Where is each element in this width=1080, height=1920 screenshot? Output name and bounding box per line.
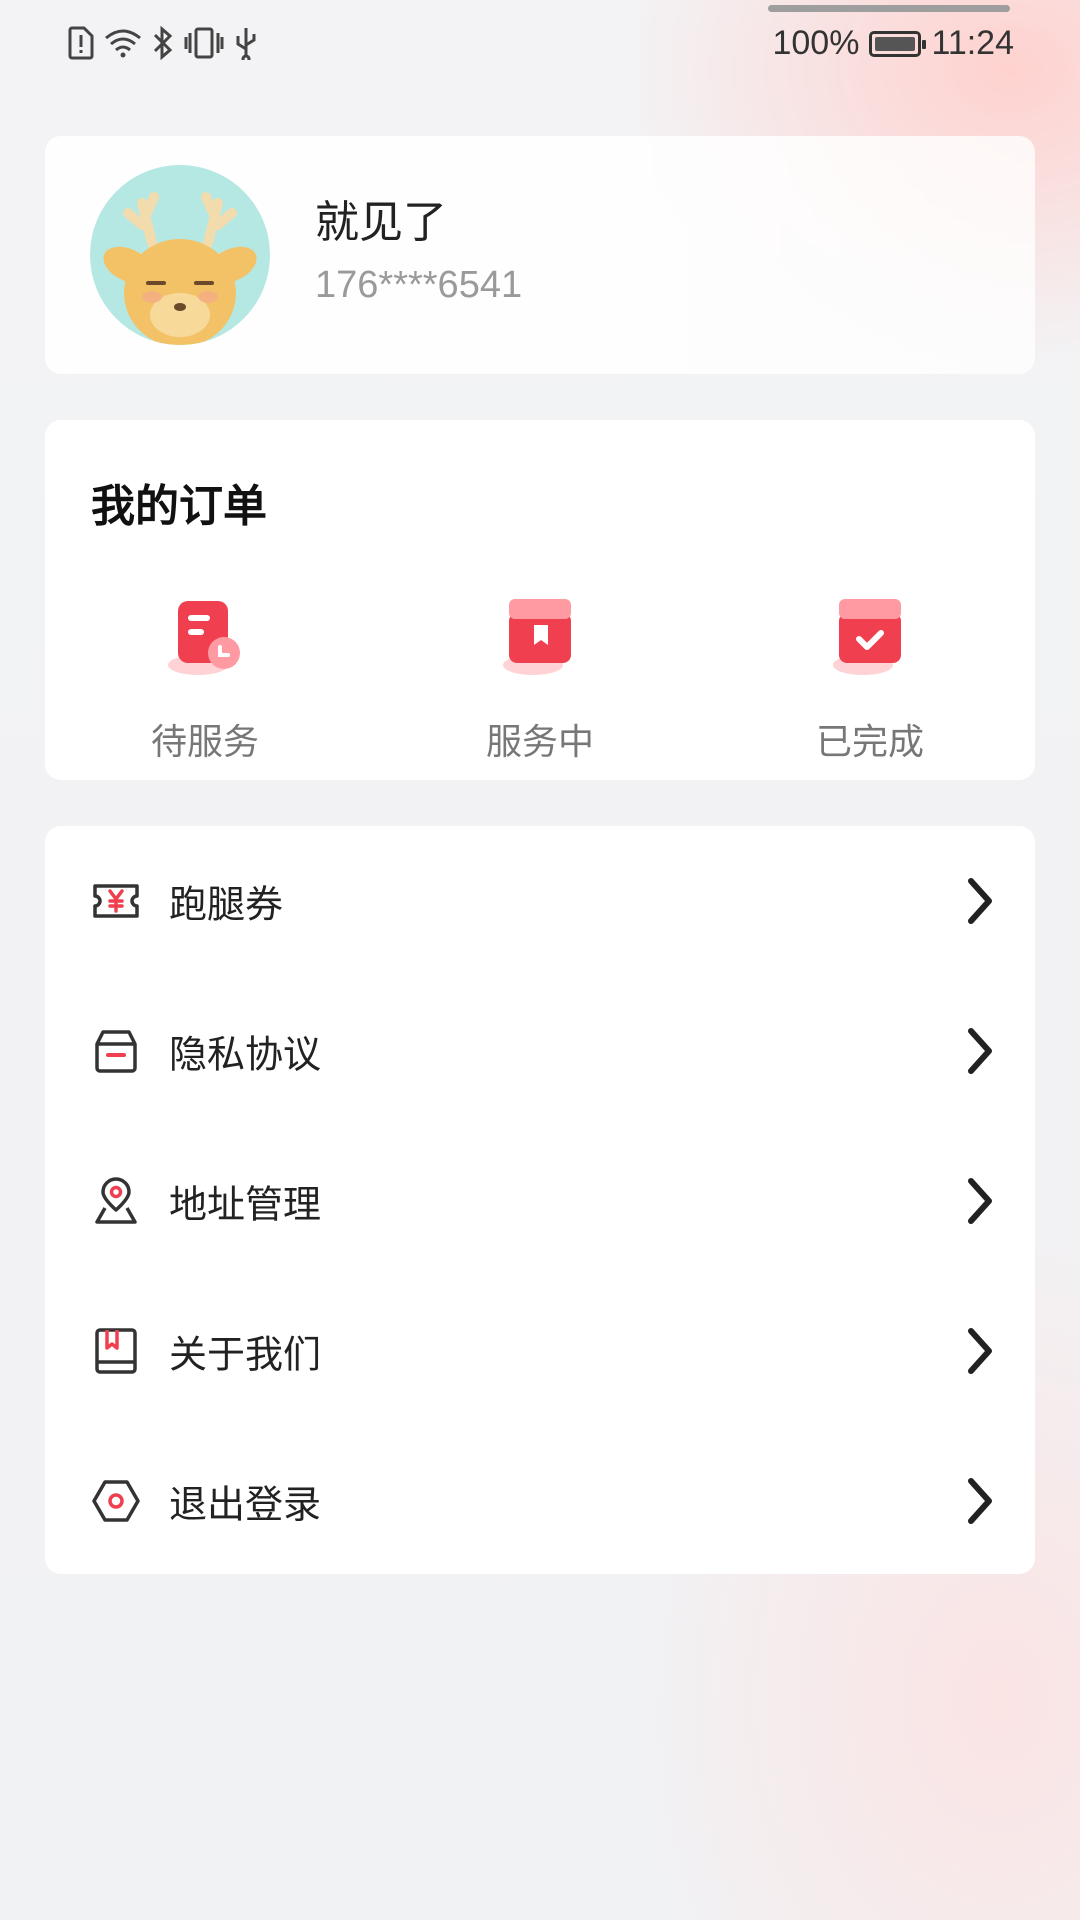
battery-icon bbox=[869, 30, 927, 57]
sim-alert-icon bbox=[68, 26, 94, 60]
usb-icon bbox=[236, 28, 256, 60]
orders-card: 我的订单 待服务 服务中 已完成 bbox=[45, 420, 1035, 780]
avatar[interactable] bbox=[90, 165, 270, 345]
wifi-icon bbox=[105, 29, 141, 58]
menu-item-coupon[interactable]: 跑腿券 bbox=[45, 826, 1035, 976]
logout-hexagon-icon bbox=[92, 1480, 140, 1522]
menu-item-privacy[interactable]: 隐私协议 bbox=[45, 976, 1035, 1126]
menu-card: 跑腿券 隐私协议 地址管理 关于我们 退出登录 bbox=[45, 826, 1035, 1574]
coupon-icon bbox=[93, 884, 139, 918]
pending-order-icon bbox=[168, 601, 240, 675]
menu-item-label: 退出登录 bbox=[169, 1482, 322, 1527]
order-completed[interactable]: 已完成 bbox=[760, 595, 980, 763]
bluetooth-icon bbox=[153, 26, 173, 60]
chevron-right-icon bbox=[968, 1028, 992, 1074]
chevron-right-icon bbox=[968, 878, 992, 924]
status-right: 100% 11:24 bbox=[772, 24, 1014, 63]
chevron-right-icon bbox=[968, 1328, 992, 1374]
deer-avatar-icon bbox=[103, 192, 257, 345]
menu-item-label: 跑腿券 bbox=[169, 882, 284, 927]
menu-item-label: 隐私协议 bbox=[169, 1032, 322, 1077]
completed-order-icon bbox=[833, 599, 901, 675]
vibrate-icon bbox=[184, 27, 224, 59]
chevron-right-icon bbox=[968, 1178, 992, 1224]
user-phone: 176****6541 bbox=[315, 264, 523, 306]
status-bar: 100% 11:24 bbox=[0, 0, 1080, 90]
battery-percent: 100% bbox=[772, 24, 860, 62]
privacy-box-icon bbox=[95, 1030, 137, 1073]
order-completed-label: 已完成 bbox=[815, 722, 924, 763]
order-in-service-label: 服务中 bbox=[485, 722, 594, 763]
menu-item-label: 关于我们 bbox=[169, 1332, 322, 1377]
menu-item-address[interactable]: 地址管理 bbox=[45, 1126, 1035, 1276]
chevron-right-icon bbox=[968, 1478, 992, 1524]
in-service-order-icon bbox=[503, 599, 571, 675]
location-pin-icon bbox=[95, 1177, 137, 1224]
home-indicator[interactable] bbox=[768, 5, 1010, 12]
profile-card[interactable]: 就见了 176****6541 bbox=[45, 136, 1035, 374]
status-icons bbox=[68, 26, 258, 60]
menu-item-about[interactable]: 关于我们 bbox=[45, 1276, 1035, 1426]
user-name: 就见了 bbox=[315, 197, 447, 248]
menu-item-logout[interactable]: 退出登录 bbox=[45, 1426, 1035, 1576]
order-pending[interactable]: 待服务 bbox=[95, 595, 315, 763]
clock: 11:24 bbox=[931, 24, 1014, 62]
menu-item-label: 地址管理 bbox=[169, 1182, 322, 1227]
order-pending-label: 待服务 bbox=[150, 722, 259, 763]
about-book-icon bbox=[95, 1328, 137, 1374]
orders-title: 我的订单 bbox=[91, 481, 267, 532]
order-in-service[interactable]: 服务中 bbox=[430, 595, 650, 763]
